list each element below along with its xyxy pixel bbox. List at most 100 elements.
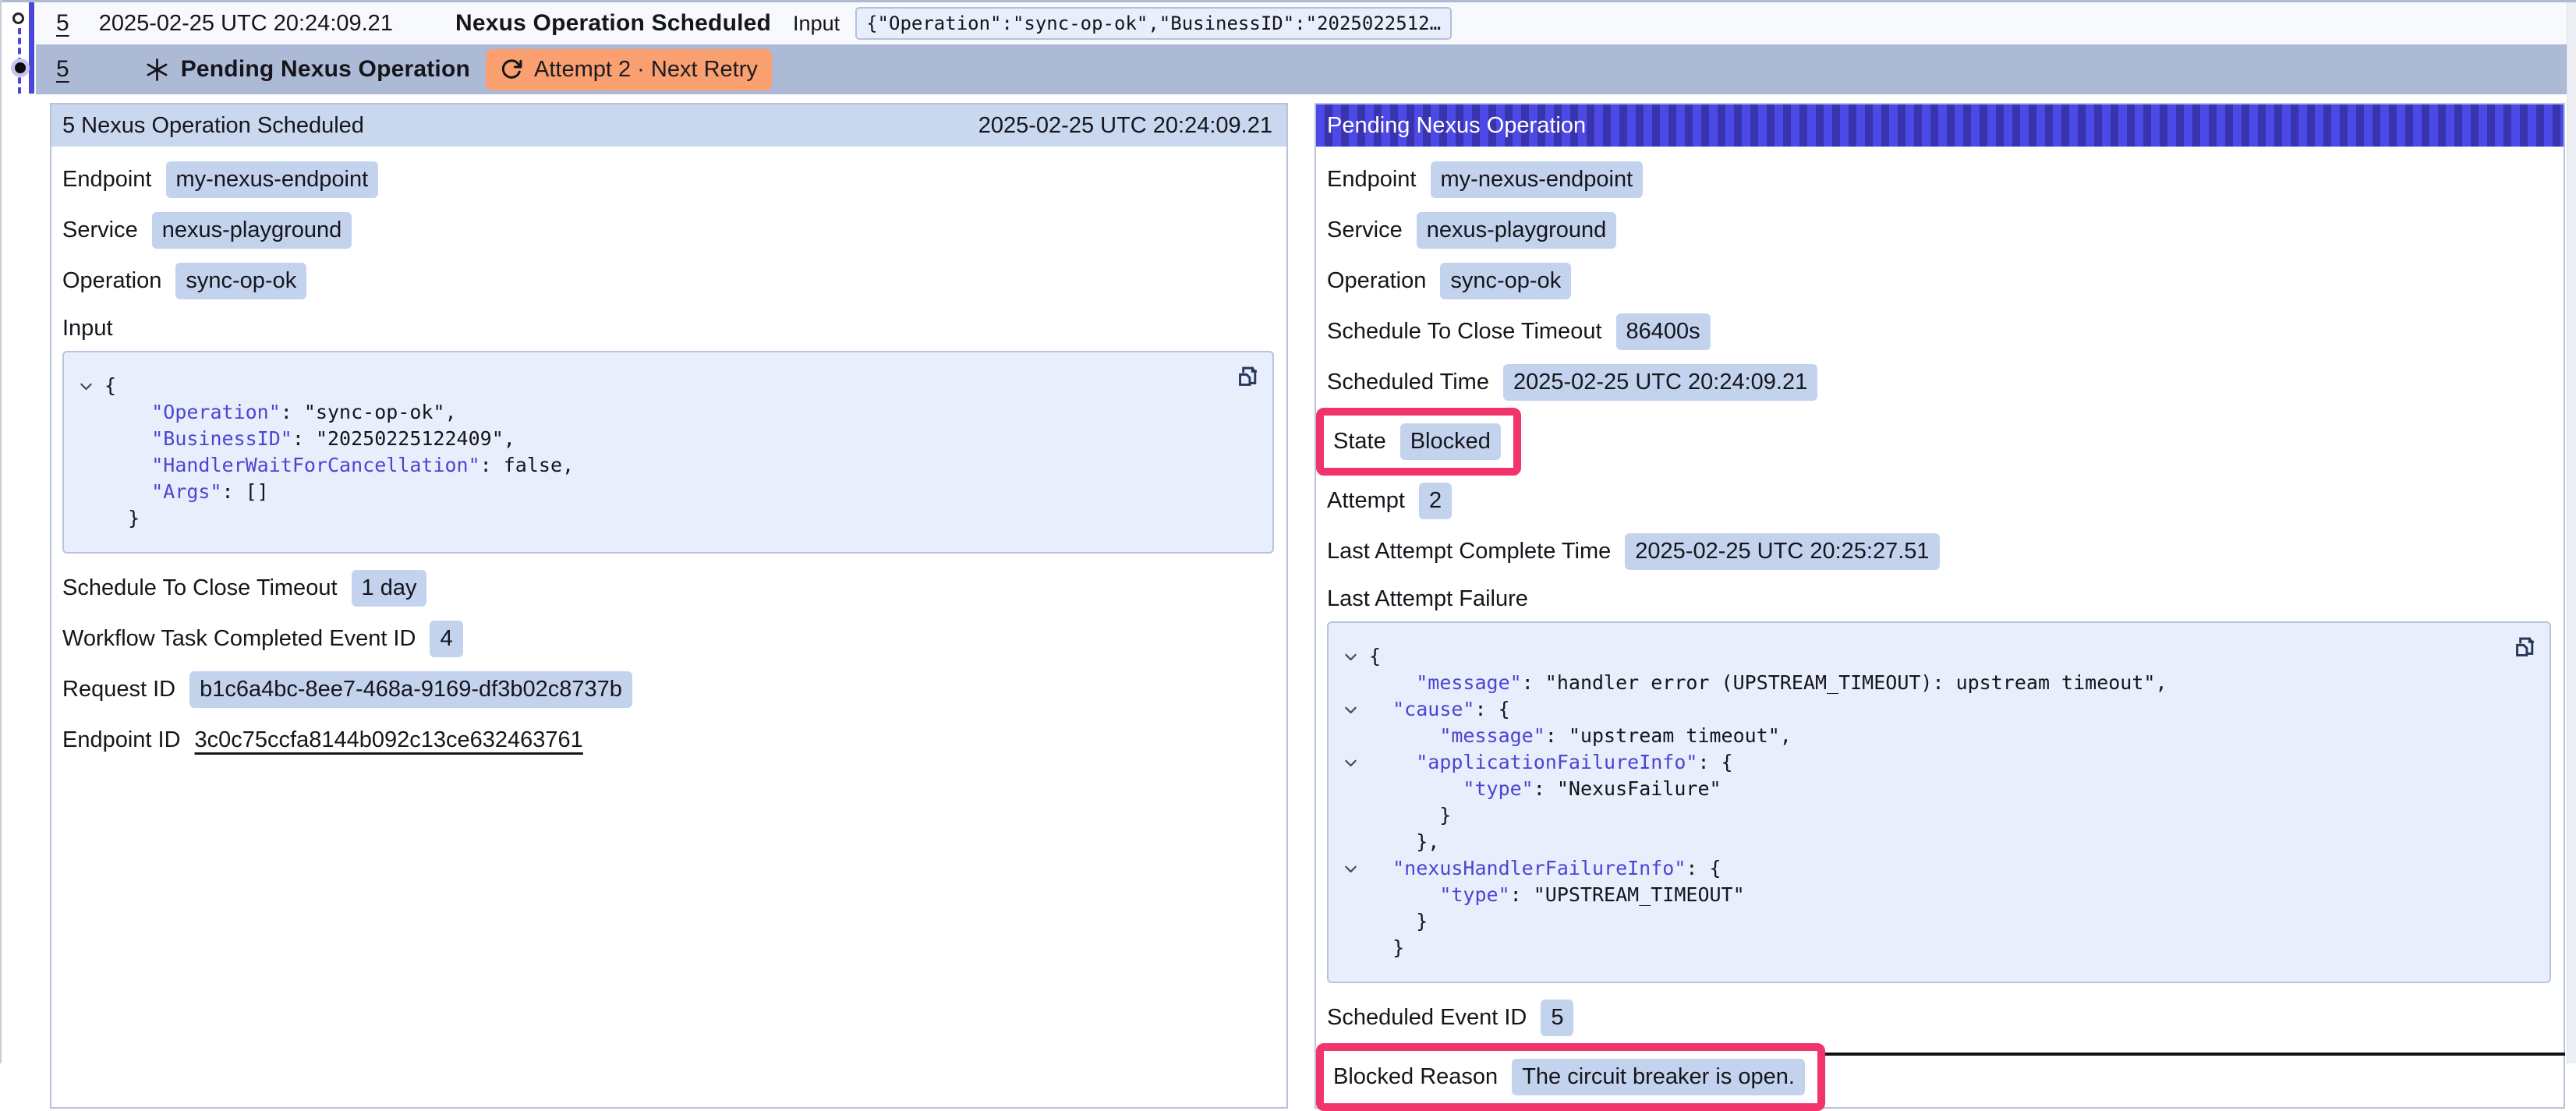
attempt-retry-badge: Attempt 2 · Next Retry — [486, 49, 772, 90]
field-endpoint: Endpointmy-nexus-endpoint — [62, 154, 1274, 205]
annotation-highlight: StateBlocked — [1316, 408, 1521, 476]
code-text: "Operation": "sync-op-ok", — [104, 399, 457, 426]
field-service: Servicenexus-playground — [1327, 205, 2551, 256]
collapse-toggle[interactable] — [1343, 696, 1369, 723]
pending-asterisk-icon — [144, 57, 170, 83]
field-scheduled-event-id: Scheduled Event ID5 — [1327, 992, 2551, 1043]
field-value-badge: sync-op-ok — [175, 263, 306, 299]
field-value-badge: The circuit breaker is open. — [1512, 1059, 1805, 1095]
event-timestamp: 2025-02-25 UTC 20:24:09.21 — [99, 11, 393, 37]
gutter-spacer — [1343, 670, 1369, 696]
field-last-attempt-complete-time: Last Attempt Complete Time2025-02-25 UTC… — [1327, 526, 2551, 577]
field-value-link[interactable]: 3c0c75ccfa8144b092c13ce632463761 — [195, 727, 583, 753]
field-operation: Operationsync-op-ok — [1327, 256, 2551, 306]
gutter-spacer — [1343, 829, 1369, 855]
code-text: { — [1369, 643, 1381, 670]
code-text: "cause": { — [1369, 696, 1510, 723]
field-value-badge: my-nexus-endpoint — [1431, 161, 1644, 198]
field-schedule-to-close-timeout: Schedule To Close Timeout86400s — [1327, 306, 2551, 357]
field-value-badge: 1 day — [352, 570, 427, 607]
field-label: Endpoint — [62, 167, 152, 193]
code-line: "Operation": "sync-op-ok", — [78, 399, 1226, 426]
scheduled-event-panel: 5 Nexus Operation Scheduled 2025-02-25 U… — [50, 103, 1288, 1109]
pending-event-name: Pending Nexus Operation — [181, 56, 470, 83]
field-value-badge: 4 — [430, 621, 462, 657]
pending-panel-title: Pending Nexus Operation — [1327, 113, 1586, 139]
field-label: Workflow Task Completed Event ID — [62, 626, 416, 652]
field-label: Scheduled Event ID — [1327, 1005, 1527, 1031]
field-value-badge: nexus-playground — [1417, 212, 1617, 249]
collapse-toggle[interactable] — [1343, 749, 1369, 776]
event-row-scheduled[interactable]: 5 2025-02-25 UTC 20:24:09.21 Nexus Opera… — [36, 2, 2567, 44]
input-code-block: { "Operation": "sync-op-ok", "BusinessID… — [62, 351, 1274, 554]
scheduled-panel-title: 5 Nexus Operation Scheduled — [62, 113, 364, 139]
copy-button[interactable] — [2511, 635, 2537, 661]
field-workflow-task-completed-event-id: Workflow Task Completed Event ID 4 — [62, 614, 1274, 664]
field-operation: Operationsync-op-ok — [62, 256, 1274, 306]
code-line: "BusinessID": "20250225122409", — [78, 426, 1226, 452]
chevron-down-icon — [1343, 649, 1359, 665]
timeline-node-open-icon[interactable] — [12, 12, 24, 24]
pending-operation-panel: Pending Nexus Operation Endpoint my-nexus… — [1315, 103, 2565, 1109]
code-text: "message": "handler error (UPSTREAM_TIME… — [1369, 670, 2167, 696]
event-detail-label: Input — [793, 12, 840, 36]
code-line: { — [78, 373, 1226, 399]
chevron-down-icon — [78, 378, 94, 395]
field-state: StateBlocked — [1327, 408, 2551, 476]
field-value-badge: Blocked — [1400, 423, 1501, 460]
event-input-preview: {"Operation":"sync-op-ok","BusinessID":"… — [855, 7, 1452, 40]
code-text: "nexusHandlerFailureInfo": { — [1369, 855, 1721, 882]
code-text: } — [1369, 908, 1428, 935]
code-text: } — [1369, 802, 1451, 829]
gutter-spacer — [1343, 723, 1369, 749]
field-value-badge: nexus-playground — [152, 212, 352, 249]
code-line: "Args": [] — [78, 479, 1226, 505]
last-attempt-failure-code-block: { "message": "handler error (UPSTREAM_TI… — [1327, 621, 2551, 983]
collapse-toggle[interactable] — [78, 373, 104, 399]
field-value-badge: 2025-02-25 UTC 20:25:27.51 — [1625, 533, 1939, 570]
field-value-badge: 2 — [1419, 483, 1452, 519]
gutter-spacer — [78, 505, 104, 532]
code-text: }, — [1369, 829, 1439, 855]
vertical-scrollbar[interactable] — [2567, 2, 2576, 1063]
chevron-down-icon — [1343, 755, 1359, 771]
field-endpoint: Endpoint my-nexus-endpoint — [1327, 154, 2551, 205]
collapse-toggle[interactable] — [1343, 855, 1369, 882]
field-label: Scheduled Time — [1327, 370, 1489, 395]
code-text: "Args": [] — [104, 479, 269, 505]
field-input: Input{ "Operation": "sync-op-ok", "Busin… — [62, 316, 1274, 554]
field-value-badge: b1c6a4bc-8ee7-468a-9169-df3b02c8737b — [189, 671, 632, 708]
event-id-link[interactable]: 5 — [56, 10, 69, 37]
code-text: "type": "NexusFailure" — [1369, 776, 1721, 802]
gutter-spacer — [1343, 908, 1369, 935]
field-label: Blocked Reason — [1333, 1064, 1498, 1090]
code-text: } — [1369, 935, 1404, 961]
gutter-spacer — [78, 426, 104, 452]
copy-icon — [2511, 635, 2537, 661]
field-label: Endpoint ID — [62, 727, 181, 753]
collapse-toggle[interactable] — [1343, 643, 1369, 670]
code-line: { — [1343, 643, 2503, 670]
event-id-link[interactable]: 5 — [56, 56, 69, 83]
event-row-pending[interactable]: 5 Pending Nexus Operation Attempt 2 · Ne… — [36, 44, 2567, 94]
code-line: } — [1343, 908, 2503, 935]
code-text: "HandlerWaitForCancellation": false, — [104, 452, 574, 479]
field-schedule-to-close-timeout: Schedule To Close Timeout1 day — [62, 563, 1274, 614]
copy-button[interactable] — [1234, 365, 1260, 391]
code-line: "HandlerWaitForCancellation": false, — [78, 452, 1226, 479]
pending-panel-body: Endpoint my-nexus-endpoint Servicenexus-pl… — [1316, 147, 2564, 1111]
timeline-node-selected-icon[interactable] — [15, 62, 26, 73]
code-text: } — [104, 505, 140, 532]
field-value-badge: sync-op-ok — [1440, 263, 1571, 299]
gutter-spacer — [78, 399, 104, 426]
code-line: } — [1343, 802, 2503, 829]
scheduled-panel-body: Endpointmy-nexus-endpointServicenexus-pl… — [51, 147, 1286, 766]
chevron-down-icon — [1343, 861, 1359, 877]
code-line: } — [1343, 935, 2503, 961]
gutter-spacer — [1343, 882, 1369, 908]
code-line: "type": "NexusFailure" — [1343, 776, 2503, 802]
code-text: "applicationFailureInfo": { — [1369, 749, 1733, 776]
field-label: Endpoint — [1327, 167, 1417, 193]
code-line: "type": "UPSTREAM_TIMEOUT" — [1343, 882, 2503, 908]
timeline-dashed-line — [18, 28, 21, 94]
